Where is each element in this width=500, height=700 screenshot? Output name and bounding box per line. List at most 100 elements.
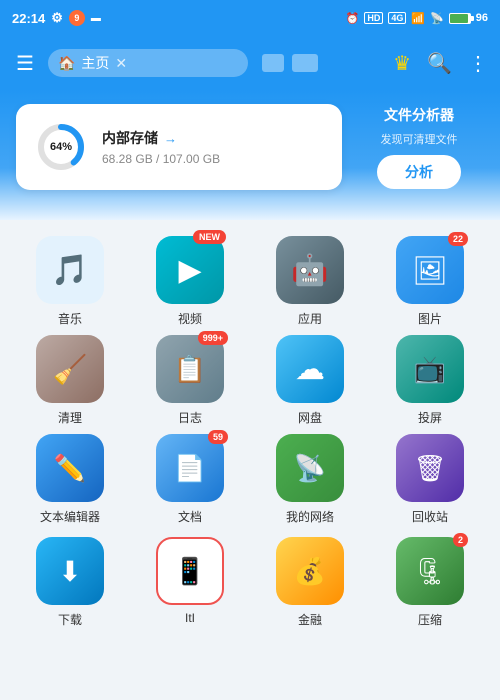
analyze-button[interactable]: 分析	[377, 155, 461, 189]
apps-icon: 🤖	[291, 253, 328, 288]
grid-item-apps[interactable]: 🤖 应用	[252, 236, 368, 327]
zip-badge: 2	[453, 533, 468, 547]
docs-badge: 59	[208, 430, 228, 444]
trash-icon: 🗑	[413, 453, 446, 484]
grid-item-finance[interactable]: 💰 金融	[252, 537, 368, 628]
grid-item-docs[interactable]: 59 📄 文档	[132, 434, 248, 525]
alarm-icon: ⏰	[346, 12, 360, 25]
header-actions: ♛ 🔍 ⋮	[393, 51, 488, 76]
network-icon: 📡	[294, 453, 326, 484]
grid-item-phone[interactable]: 📱 ItI	[132, 537, 248, 628]
grid-item-music[interactable]: 🎵 音乐	[12, 236, 128, 327]
cloud-icon: ☁	[295, 352, 325, 387]
crown-icon[interactable]: ♛	[393, 51, 411, 76]
texteditor-label: 文本编辑器	[40, 508, 100, 525]
images-badge: 22	[448, 232, 468, 246]
wifi-icon: 📡	[430, 12, 444, 25]
storage-card[interactable]: 64% 内部存储 → 68.28 GB / 107.00 GB	[16, 104, 342, 190]
signal-bars-icon: 📶	[411, 12, 425, 25]
zip-icon-wrap: 2 🗜	[396, 537, 464, 605]
grid-item-logs[interactable]: 999+ 📋 日志	[132, 335, 248, 426]
cloud-icon-wrap: ☁	[276, 335, 344, 403]
main-grid: 🎵 音乐 NEW ▶ 视频 🤖 应用 22 🖼 图片	[0, 220, 500, 636]
apps-icon-wrap: 🤖	[276, 236, 344, 304]
tab-label: 主页	[81, 53, 109, 73]
download-icon: ⬇	[58, 555, 81, 588]
tab-close-icon[interactable]: ✕	[115, 55, 127, 72]
download-label: 下载	[58, 611, 82, 628]
grid-item-download[interactable]: ⬇ 下载	[12, 537, 128, 628]
music-icon: 🎵	[51, 253, 88, 288]
tab-cloud-icon[interactable]	[292, 54, 318, 72]
music-label: 音乐	[58, 310, 82, 327]
grid-item-zip[interactable]: 2 🗜 压缩	[372, 537, 488, 628]
app-grid: 🎵 音乐 NEW ▶ 视频 🤖 应用 22 🖼 图片	[12, 236, 488, 628]
docs-icon: 📄	[174, 453, 206, 484]
hd-icon: HD	[364, 12, 383, 24]
grid-item-cloud[interactable]: ☁ 网盘	[252, 335, 368, 426]
time: 22:14	[12, 11, 45, 26]
storage-size: 68.28 GB / 107.00 GB	[102, 152, 220, 166]
docs-label: 文档	[178, 508, 202, 525]
cast-label: 投屏	[418, 409, 442, 426]
settings-icon: ⚙	[51, 10, 63, 26]
trash-label: 回收站	[412, 508, 448, 525]
tab-extras	[262, 54, 318, 72]
network-label: 我的网络	[286, 508, 334, 525]
texteditor-icon: ✏️	[54, 453, 86, 484]
finance-icon-wrap: 💰	[276, 537, 344, 605]
cast-icon-wrap: 📺	[396, 335, 464, 403]
hamburger-menu-icon[interactable]: ☰	[12, 47, 38, 80]
grid-item-trash[interactable]: 🗑 回收站	[372, 434, 488, 525]
music-icon-wrap: 🎵	[36, 236, 104, 304]
phone-icon: 📱	[174, 556, 206, 587]
grid-item-texteditor[interactable]: ✏️ 文本编辑器	[12, 434, 128, 525]
finance-icon: 💰	[294, 556, 326, 587]
images-label: 图片	[418, 310, 442, 327]
status-left: 22:14 ⚙ 9 ▬	[12, 10, 101, 26]
network-icon-wrap: 📡	[276, 434, 344, 502]
tab-bar[interactable]: 🏠 主页 ✕	[48, 49, 248, 77]
grid-item-network[interactable]: 📡 我的网络	[252, 434, 368, 525]
clean-icon: 🧹	[53, 353, 88, 386]
logs-icon-wrap: 999+ 📋	[156, 335, 224, 403]
zip-label: 压缩	[418, 611, 442, 628]
signal-icon: ▬	[91, 13, 101, 24]
texteditor-icon-wrap: ✏️	[36, 434, 104, 502]
images-icon: 🖼	[412, 254, 448, 287]
search-icon[interactable]: 🔍	[427, 51, 452, 76]
logs-badge: 999+	[198, 331, 228, 345]
tab-square-icon[interactable]	[262, 54, 284, 72]
more-options-icon[interactable]: ⋮	[468, 51, 488, 76]
clean-icon-wrap: 🧹	[36, 335, 104, 403]
download-icon-wrap: ⬇	[36, 537, 104, 605]
analyzer-title: 文件分析器	[384, 105, 454, 125]
storage-info: 内部存储 → 68.28 GB / 107.00 GB	[102, 128, 220, 166]
header: ☰ 🏠 主页 ✕ ♛ 🔍 ⋮	[0, 36, 500, 90]
video-icon: ▶	[178, 253, 201, 288]
video-label: 视频	[178, 310, 202, 327]
cast-icon: 📺	[414, 354, 446, 385]
grid-item-cast[interactable]: 📺 投屏	[372, 335, 488, 426]
images-icon-wrap: 22 🖼	[396, 236, 464, 304]
grid-item-images[interactable]: 22 🖼 图片	[372, 236, 488, 327]
analyzer-subtitle: 发现可清理文件	[381, 131, 458, 147]
status-right: ⏰ HD 4G 📶 📡 96	[346, 12, 488, 25]
video-badge-new: NEW	[193, 230, 226, 244]
grid-item-clean[interactable]: 🧹 清理	[12, 335, 128, 426]
notification-icon: 9	[69, 10, 85, 26]
video-icon-wrap: NEW ▶	[156, 236, 224, 304]
logs-label: 日志	[178, 409, 202, 426]
logs-icon: 📋	[174, 354, 206, 385]
cloud-label: 网盘	[298, 409, 322, 426]
status-bar: 22:14 ⚙ 9 ▬ ⏰ HD 4G 📶 📡 96	[0, 0, 500, 36]
grid-item-video[interactable]: NEW ▶ 视频	[132, 236, 248, 327]
storage-arrow-icon: →	[164, 131, 177, 146]
trash-icon-wrap: 🗑	[396, 434, 464, 502]
blue-section: 64% 内部存储 → 68.28 GB / 107.00 GB 文件分析器 发现…	[0, 90, 500, 220]
clean-label: 清理	[58, 409, 82, 426]
phone-label: ItI	[185, 611, 195, 625]
zip-icon: 🗜	[413, 556, 446, 587]
analyzer-card: 文件分析器 发现可清理文件 分析	[354, 104, 484, 190]
battery-indicator	[449, 13, 471, 24]
